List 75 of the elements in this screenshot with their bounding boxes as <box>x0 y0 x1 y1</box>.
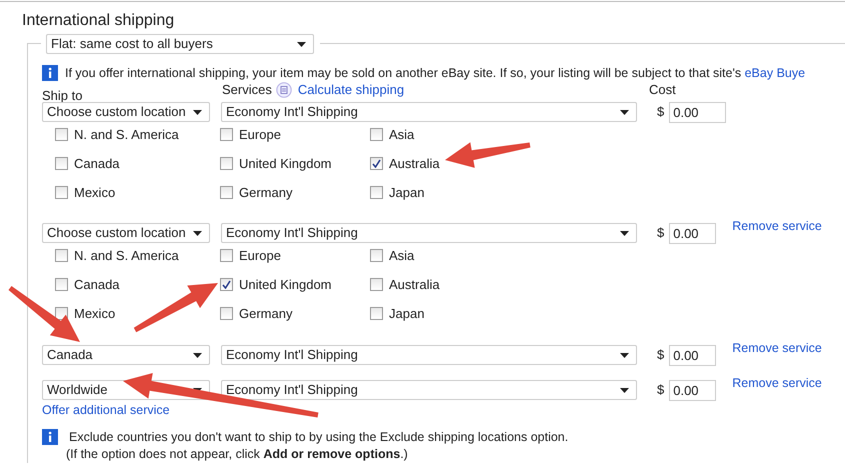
checkbox[interactable] <box>55 186 68 199</box>
column-label: Ship to <box>42 88 82 103</box>
notice-text: Exclude countries you don't want to ship to by using the Exclude shipping locations option. <box>69 429 568 446</box>
checkbox-label: N. and S. America <box>74 126 179 144</box>
ship-to-dropdown[interactable]: Canada <box>42 345 210 365</box>
checkbox[interactable] <box>55 128 68 141</box>
remove-service-link[interactable]: Remove service <box>732 374 822 393</box>
checkbox-label: Europe <box>239 126 281 144</box>
checkbox-label: Japan <box>389 304 424 323</box>
service-dropdown[interactable]: Economy Int'l Shipping <box>221 102 637 122</box>
service-dropdown[interactable]: Economy Int'l Shipping <box>221 345 637 365</box>
checkbox[interactable] <box>220 249 233 262</box>
info-icon <box>42 429 58 445</box>
cost-input[interactable]: 0.00 <box>669 344 716 366</box>
currency-symbol: $ <box>657 224 664 242</box>
checkbox-label: Canada <box>74 276 120 294</box>
checkbox-label: Mexico <box>74 304 116 323</box>
notice-text: If you offer international shipping, your item may be sold on another eBay site. If so, your listing will be subject to that site's eBay Buye <box>65 64 806 82</box>
checkbox-label: Mexico <box>74 184 116 202</box>
cost-input[interactable]: 0.00 <box>669 102 726 122</box>
checkbox[interactable] <box>370 157 383 170</box>
notice-text: (If the option does not appear, click Add or remove options.) <box>66 446 408 463</box>
caret-icon <box>620 110 629 114</box>
column-label: Cost <box>649 82 676 98</box>
caret-icon <box>620 388 629 392</box>
caret-icon <box>193 352 202 358</box>
caret-icon <box>193 230 202 236</box>
info-icon <box>42 65 58 81</box>
checkbox[interactable] <box>370 186 383 199</box>
column-label: Services <box>222 81 272 100</box>
checkbox[interactable] <box>55 157 68 170</box>
currency-symbol: $ <box>657 103 664 122</box>
caret-icon <box>193 110 202 114</box>
checkbox-label: N. and S. America <box>74 246 179 265</box>
checkbox-label: Australia <box>389 154 440 173</box>
checkbox[interactable] <box>370 278 383 291</box>
calculate-shipping-link[interactable]: Calculate shipping <box>298 80 404 100</box>
currency-symbol: $ <box>657 381 664 400</box>
checkbox[interactable] <box>220 278 233 291</box>
shipping-type-dropdown[interactable]: Flat: same cost to all buyers <box>46 34 314 54</box>
cost-input[interactable]: 0.00 <box>669 380 716 400</box>
checkbox[interactable] <box>55 278 68 291</box>
checkbox-label: Germany <box>239 304 292 323</box>
checkbox[interactable] <box>220 307 233 320</box>
service-dropdown[interactable]: Economy Int'l Shipping <box>221 223 637 243</box>
cost-input[interactable]: 0.00 <box>669 222 716 244</box>
remove-service-link[interactable]: Remove service <box>732 339 822 358</box>
checkbox-label: Asia <box>389 246 414 265</box>
currency-symbol: $ <box>657 346 664 364</box>
calculator-icon <box>276 82 292 98</box>
checkbox[interactable] <box>370 128 383 141</box>
service-dropdown[interactable]: Economy Int'l Shipping <box>221 380 637 400</box>
offer-additional-service-link[interactable]: Offer additional service <box>42 402 170 418</box>
checkbox[interactable] <box>220 128 233 141</box>
checkbox[interactable] <box>370 249 383 262</box>
checkbox-label: United Kingdom <box>239 154 332 173</box>
checkbox[interactable] <box>55 249 68 262</box>
checkbox-label: United Kingdom <box>239 276 332 294</box>
checkbox-label: Europe <box>239 246 281 265</box>
caret-icon <box>297 42 306 46</box>
section-title: International shipping <box>22 11 174 31</box>
checkbox-label: Asia <box>389 126 414 144</box>
buyer-link[interactable]: eBay Buye <box>744 66 806 80</box>
checkbox-label: Canada <box>74 154 120 173</box>
checkbox[interactable] <box>220 157 233 170</box>
checkbox[interactable] <box>220 186 233 199</box>
caret-icon <box>620 230 629 236</box>
ship-to-dropdown[interactable]: Choose custom location <box>42 223 210 243</box>
checkbox-label: Japan <box>389 184 424 202</box>
ship-to-dropdown[interactable]: Choose custom location <box>42 102 210 122</box>
caret-icon <box>620 352 629 358</box>
checkbox-label: Germany <box>239 184 292 202</box>
checkbox-label: Australia <box>389 276 440 294</box>
remove-service-link[interactable]: Remove service <box>732 217 822 236</box>
checkbox[interactable] <box>370 307 383 320</box>
